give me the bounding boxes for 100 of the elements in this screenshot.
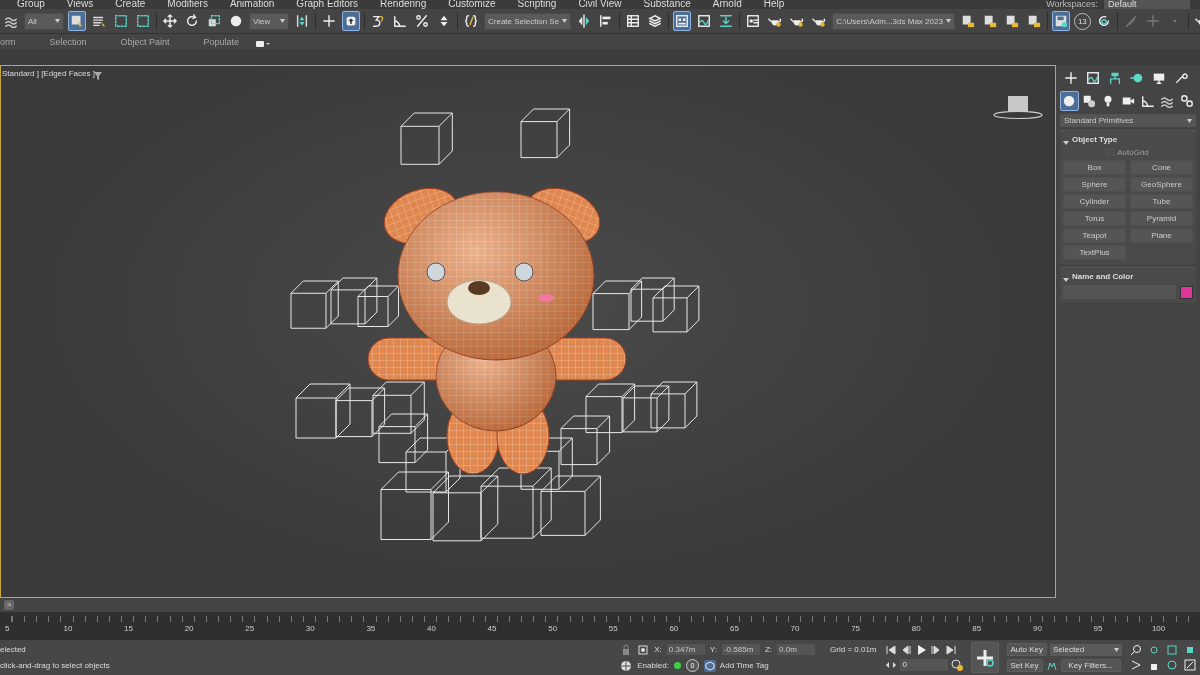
zoom-icon[interactable] xyxy=(1130,644,1142,656)
primitive-button[interactable]: Torus xyxy=(1063,211,1126,226)
move-arrows-button[interactable] xyxy=(161,11,179,31)
cursor-button[interactable] xyxy=(68,11,86,31)
time-tag-icon[interactable] xyxy=(620,659,633,672)
viewcube-icon[interactable] xyxy=(993,94,1043,120)
sphere-icon xyxy=(1062,94,1077,108)
monitor-icon xyxy=(1151,71,1166,85)
menu-item[interactable]: Graph Editors xyxy=(287,0,368,9)
move-arrows-icon xyxy=(163,14,177,28)
frame-number: 50 xyxy=(547,624,559,633)
plus-icon xyxy=(1063,71,1078,85)
caret-icon xyxy=(1114,646,1119,653)
ribbon-tab[interactable]: Populate xyxy=(186,36,257,47)
set-key-button[interactable] xyxy=(970,642,999,673)
add-time-tag-button[interactable]: Add Time Tag xyxy=(703,659,769,672)
menu-item[interactable]: Scripting xyxy=(508,0,566,9)
menu-item[interactable]: Create xyxy=(106,0,155,9)
shapes-icon xyxy=(1081,94,1096,108)
time-config-icon[interactable] xyxy=(950,659,963,671)
set-key-text-button[interactable]: Set Key xyxy=(1006,659,1043,672)
go-to-start-icon[interactable] xyxy=(884,644,897,656)
primitive-button[interactable]: Tube xyxy=(1130,194,1193,209)
auto-key-button[interactable]: Auto Key xyxy=(1006,643,1047,656)
panels-button[interactable] xyxy=(673,11,692,31)
coordinate-field[interactable]: 0.347m xyxy=(666,644,705,655)
transform-mode-icon[interactable] xyxy=(637,643,650,656)
timeline-ruler[interactable]: 5 10 15 20 25 30 35 40 45 50 55 60 65 70 75 80 85 90 95 100 xyxy=(0,612,1200,640)
dropdown[interactable]: C:\Users\Adm...3ds Max 2023 xyxy=(832,12,955,30)
workspace-dropdown[interactable]: Default xyxy=(1104,0,1190,9)
dropdown[interactable]: All xyxy=(24,12,64,30)
primitive-button[interactable]: GeoSphere xyxy=(1130,177,1193,192)
curve-window-icon xyxy=(1085,71,1100,85)
scale-icon xyxy=(207,14,221,28)
next-frame-button[interactable]: > xyxy=(4,600,14,610)
ribbon-tab[interactable]: orm xyxy=(0,36,33,47)
primitive-button[interactable]: Pyramid xyxy=(1130,211,1193,226)
maximize-icon[interactable] xyxy=(1184,659,1196,671)
frame-field[interactable]: 0 xyxy=(899,659,948,671)
links-icon xyxy=(1179,94,1194,108)
zoom-extents-all-icon[interactable] xyxy=(1184,644,1196,656)
key-mode-dropdown[interactable]: Selected xyxy=(1050,643,1122,656)
frame-number: 55 xyxy=(607,624,619,633)
viewport-label[interactable]: Standard ] [Edged Faces ] xyxy=(2,69,95,78)
ribbon-tab[interactable]: Object Paint xyxy=(103,36,187,47)
caret-icon xyxy=(562,18,568,24)
dropdown[interactable]: Create Selection Se xyxy=(484,12,572,30)
menu-item[interactable]: Group xyxy=(8,0,54,9)
primitive-button[interactable]: Box xyxy=(1063,160,1126,175)
menu-item[interactable]: Substance xyxy=(634,0,700,9)
category-dropdown[interactable]: Standard Primitives xyxy=(1060,114,1196,127)
menu-item[interactable]: Modifiers xyxy=(158,0,217,9)
grid-size-text: Grid = 0.01m xyxy=(830,645,877,654)
primitive-button[interactable]: TextPlus xyxy=(1063,245,1126,260)
rollout-title[interactable]: Name and Color xyxy=(1072,271,1134,281)
ribbon-tab[interactable]: Selection xyxy=(32,36,104,47)
primitive-button[interactable]: Cylinder xyxy=(1063,194,1126,209)
save-button[interactable] xyxy=(1051,11,1070,31)
frame-number: 100 xyxy=(1150,624,1167,633)
menu-item[interactable]: Rendering xyxy=(371,0,436,9)
arrow-up-button[interactable] xyxy=(342,11,360,31)
menu-item[interactable]: Arnold xyxy=(703,0,751,9)
wave-icon xyxy=(4,14,18,28)
zoom-extents-icon[interactable] xyxy=(1166,644,1178,656)
frame-number: 30 xyxy=(304,624,316,633)
braces-icon xyxy=(464,14,478,28)
menu-item[interactable]: Customize xyxy=(439,0,505,9)
frame-number: 45 xyxy=(486,624,498,633)
sphere-tab[interactable] xyxy=(1060,91,1079,111)
orbit-icon[interactable] xyxy=(1166,659,1178,671)
arrows-icon[interactable] xyxy=(884,659,897,671)
field-of-view-icon[interactable] xyxy=(1130,659,1142,671)
primitive-button[interactable]: Cone xyxy=(1130,160,1193,175)
menu-item[interactable]: Animation xyxy=(220,0,284,9)
coordinate-label: Z: xyxy=(764,645,773,654)
frame-number: 90 xyxy=(1031,624,1043,633)
dropdown[interactable]: View xyxy=(249,12,289,30)
cursor-icon xyxy=(70,14,84,28)
menu-item[interactable]: Views xyxy=(57,0,103,9)
viewport[interactable]: Standard ] [Edged Faces ] xyxy=(0,65,1056,598)
coordinate-label: Y: xyxy=(709,645,717,654)
primitive-button[interactable]: Plane xyxy=(1130,228,1193,243)
filter-icon[interactable] xyxy=(94,70,102,78)
menu-item[interactable]: Civil View xyxy=(569,0,631,9)
primitive-button[interactable]: Teapot xyxy=(1063,228,1126,243)
frame-number: 20 xyxy=(183,624,195,633)
angle-icon xyxy=(1140,94,1155,108)
frame-number: 80 xyxy=(910,624,922,633)
menu-item[interactable]: Help xyxy=(754,0,794,9)
caret-icon xyxy=(280,18,285,24)
key-filters-button[interactable]: Key Filters... xyxy=(1060,659,1121,672)
coordinate-field[interactable]: 0.0m xyxy=(777,644,816,655)
zoom-all-icon[interactable] xyxy=(1148,644,1160,656)
primitive-button[interactable]: Sphere xyxy=(1063,177,1126,192)
rollout-title[interactable]: Object Type xyxy=(1072,134,1118,144)
coordinate-field[interactable]: -0.585m xyxy=(721,644,760,655)
coordinate-label: X: xyxy=(654,645,662,654)
next-frame-icon[interactable] xyxy=(929,644,942,656)
color-swatch[interactable] xyxy=(1180,285,1193,299)
go-to-end-icon[interactable] xyxy=(944,644,957,656)
